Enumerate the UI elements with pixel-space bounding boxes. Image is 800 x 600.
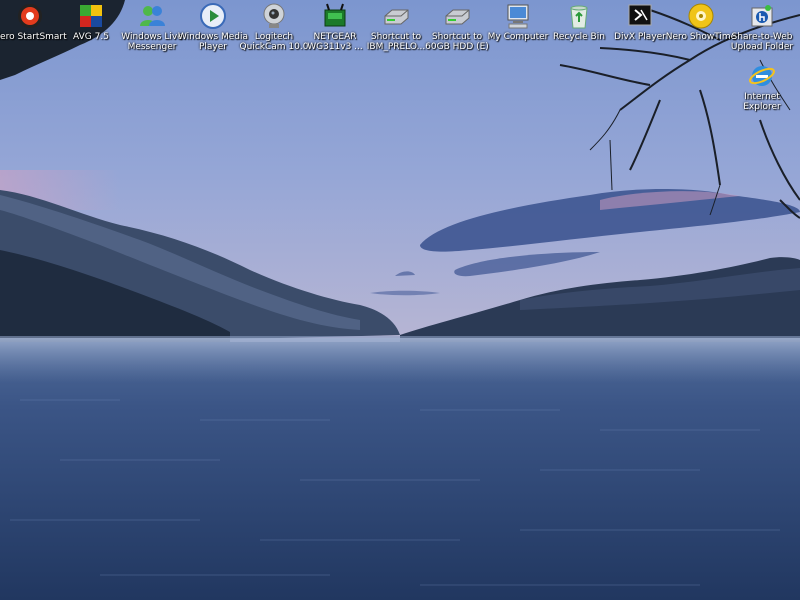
nero-showtime-icon — [688, 3, 714, 29]
desktop-icon-share-to-web[interactable]: Share-to-Web Upload Folder — [724, 2, 800, 52]
nero-startsmart-icon — [18, 4, 42, 28]
desktop-icon-label: Share-to-Web Upload Folder — [730, 32, 794, 52]
drive-icon — [445, 9, 470, 25]
recycle-bin-icon — [570, 5, 588, 29]
hp-icon — [751, 5, 773, 27]
desktop[interactable]: Nero StartSmart AVG 7.5 Windows Live Mes… — [0, 0, 800, 600]
messenger-icon — [140, 6, 165, 26]
desktop-icon-internet-explorer[interactable]: Internet Explorer — [724, 62, 800, 112]
drive-icon — [384, 9, 409, 25]
computer-icon — [507, 4, 529, 29]
webcam-icon — [263, 3, 285, 28]
divx-icon — [628, 4, 652, 26]
avg-icon — [80, 5, 102, 27]
netgear-icon — [324, 3, 346, 27]
media-player-icon — [200, 3, 226, 29]
internet-explorer-icon — [749, 66, 775, 86]
desktop-icon-label: Internet Explorer — [743, 92, 781, 112]
wallpaper-lake-mountains — [0, 0, 800, 600]
